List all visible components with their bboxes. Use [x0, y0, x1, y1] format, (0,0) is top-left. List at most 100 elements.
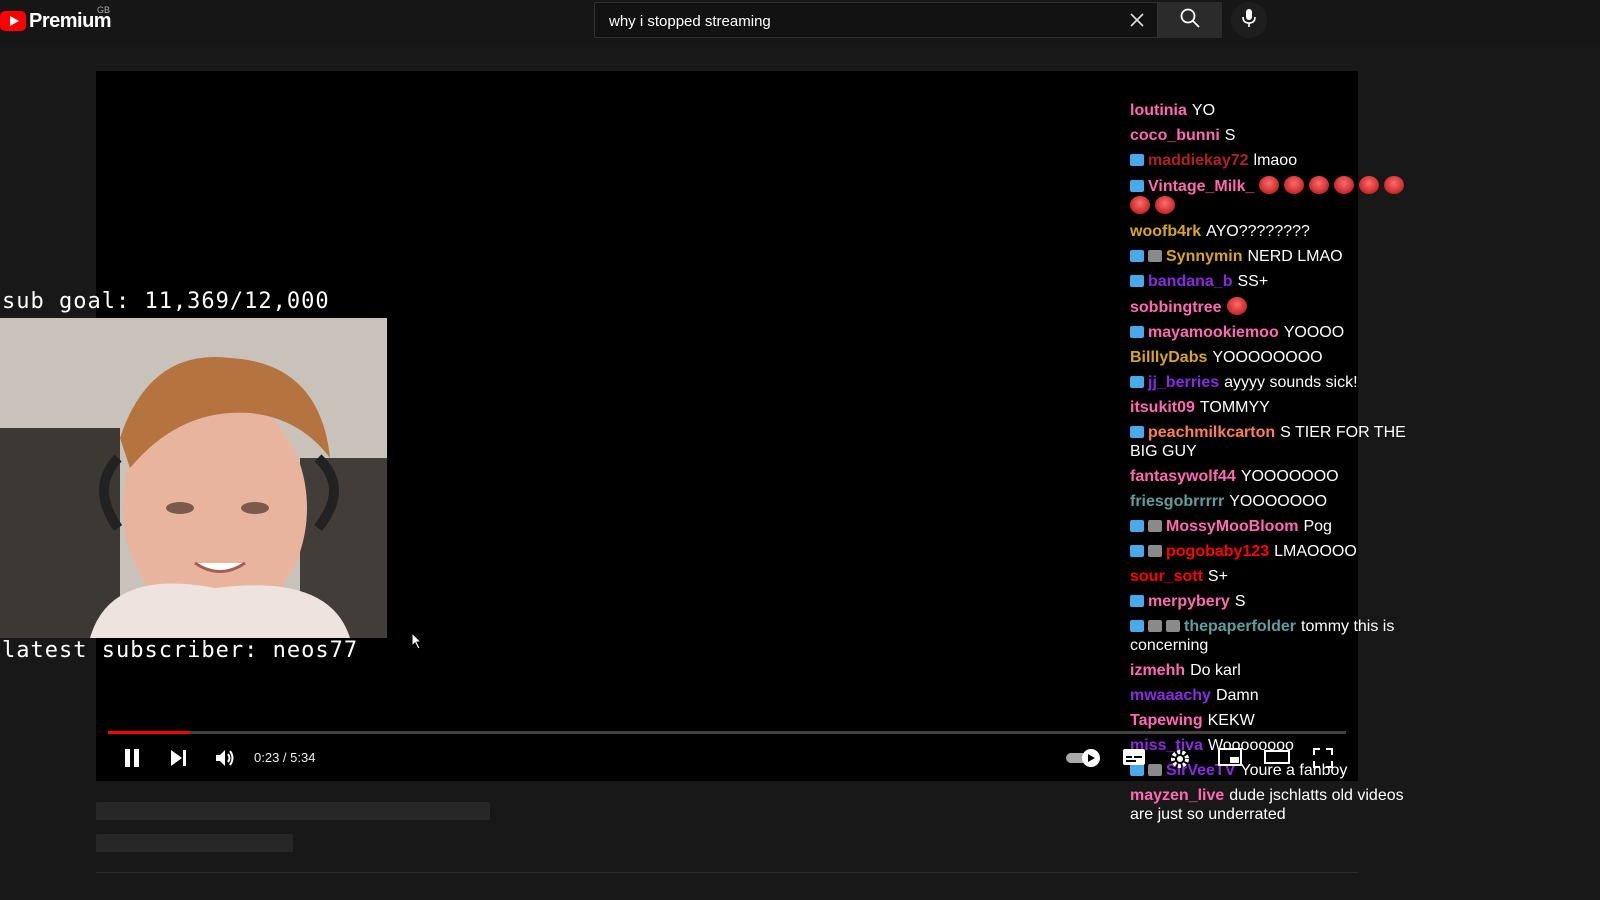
subtitles-icon [1122, 749, 1146, 771]
chat-message: mayamookiemoo YOOOO [1130, 323, 1430, 342]
chat-message: BilllyDabs YOOOOOOOO [1130, 348, 1430, 367]
chat-message: jj_berries ayyyy sounds sick! [1130, 373, 1430, 392]
chat-badge-icon [1130, 180, 1144, 192]
mic-icon [1240, 7, 1258, 34]
chat-message: Tapewing KEKW [1130, 711, 1430, 730]
progress-played [108, 731, 190, 734]
chat-badge-icon [1130, 545, 1144, 557]
chat-username: sour_sott [1130, 568, 1203, 585]
chat-badge-icon [1130, 520, 1144, 532]
chat-username: mwaaachy [1130, 687, 1211, 704]
voice-search-button[interactable] [1231, 2, 1267, 38]
chat-overlay: loutinia YO coco_bunni S maddiekay72 lmaoo Vin… [1130, 101, 1430, 830]
search-button[interactable] [1158, 2, 1222, 38]
chat-badge-icon [1148, 250, 1162, 262]
chat-text: ayyyy sounds sick! [1224, 374, 1358, 391]
fullscreen-icon [1312, 748, 1334, 773]
chat-username: Vintage_Milk_ [1148, 178, 1255, 195]
chat-message: friesgobrrrrr YOOOOOOO [1130, 492, 1430, 511]
next-icon [168, 750, 188, 773]
chat-badge-icon [1166, 620, 1180, 632]
close-icon[interactable] [1127, 10, 1147, 30]
chat-text: SS+ [1237, 273, 1269, 290]
chat-message: mayzen_live dude jschlatts old videos are… [1130, 786, 1430, 824]
chat-message: sour_sott S+ [1130, 567, 1430, 586]
chat-message: maddiekay72 lmaoo [1130, 151, 1430, 170]
search-box[interactable] [594, 2, 1158, 39]
chat-emote-icon [1359, 176, 1380, 194]
chat-text: KEKW [1207, 712, 1255, 729]
next-button[interactable] [168, 747, 188, 774]
chat-badge-icon [1148, 620, 1162, 632]
chat-message: itsukit09 TOMMYY [1130, 398, 1430, 417]
chat-message: pogobaby123 LMAOOOO [1130, 542, 1430, 561]
pause-icon [122, 749, 142, 773]
chat-text: LMAOOOO [1274, 543, 1357, 560]
chat-message: coco_bunni S [1130, 126, 1430, 145]
chat-emote-icon [1226, 297, 1247, 315]
chat-text: NERD LMAO [1247, 248, 1343, 265]
theater-icon [1264, 750, 1290, 771]
chat-emote-icon [1284, 176, 1305, 194]
masthead: Premium GB [0, 0, 1600, 46]
chat-emote-icon [1384, 176, 1405, 194]
chat-badge-icon [1130, 426, 1144, 438]
autoplay-toggle[interactable] [1066, 748, 1102, 773]
chat-text: lmaoo [1253, 152, 1298, 169]
chat-text: YO [1191, 102, 1216, 119]
pause-button[interactable] [122, 747, 142, 774]
chat-text: YOOOOOOO [1240, 468, 1339, 485]
miniplayer-button[interactable] [1218, 747, 1242, 772]
volume-icon [214, 750, 236, 773]
chat-username: mayamookiemoo [1148, 324, 1279, 341]
chat-emote-icon [1309, 176, 1330, 194]
search-input[interactable] [607, 3, 1111, 39]
chat-message: woofb4rk AYO???????? [1130, 222, 1430, 241]
chat-username: MossyMooBloom [1166, 518, 1299, 535]
chat-text: AYO???????? [1206, 223, 1310, 240]
chat-badge-icon [1130, 250, 1144, 262]
chat-username: friesgobrrrrr [1130, 493, 1225, 510]
chat-username: itsukit09 [1130, 399, 1195, 416]
progress-bar[interactable] [108, 731, 1346, 734]
chat-message: fantasywolf44 YOOOOOOO [1130, 467, 1430, 486]
chat-message: mwaaachy Damn [1130, 686, 1430, 705]
chat-text: YOOOOOOOO [1212, 349, 1323, 366]
chat-badge-icon [1130, 620, 1144, 632]
region-code: GB [97, 5, 111, 15]
chat-username: BilllyDabs [1130, 349, 1208, 366]
chat-message: loutinia YO [1130, 101, 1430, 120]
mouse-cursor-icon [411, 631, 423, 655]
chat-message: MossyMooBloom Pog [1130, 517, 1430, 536]
chat-text: Damn [1215, 687, 1259, 704]
time-display: 0:23 / 5:34 [254, 750, 316, 765]
chat-message: Synnymin NERD LMAO [1130, 247, 1430, 266]
sub-goal-overlay: sub goal: 11,369/12,000 [2, 289, 330, 314]
chat-username: bandana_b [1148, 273, 1233, 290]
chat-username: thepaperfolder [1184, 618, 1297, 635]
gear-icon [1168, 750, 1192, 775]
chat-message: Vintage_Milk_ [1130, 176, 1430, 216]
chat-badge-icon [1130, 326, 1144, 338]
chat-username: merpybery [1148, 593, 1230, 610]
subtitles-button[interactable] [1122, 747, 1146, 772]
youtube-premium-logo[interactable]: Premium GB [0, 5, 112, 34]
chat-emote-icon [1155, 196, 1175, 214]
chat-message: izmehh Do karl [1130, 661, 1430, 680]
chat-message: sobbingtree [1130, 297, 1430, 317]
chat-emote-icon [1334, 176, 1355, 194]
theater-mode-button[interactable] [1264, 747, 1290, 772]
chat-username: Synnymin [1166, 248, 1243, 265]
chat-badge-icon [1130, 376, 1144, 388]
chat-text: S+ [1207, 568, 1228, 585]
chat-emote-icon [1130, 196, 1150, 214]
chat-emote-icon [1259, 176, 1280, 194]
chat-username: sobbingtree [1130, 299, 1222, 316]
fullscreen-button[interactable] [1312, 747, 1334, 774]
volume-button[interactable] [214, 747, 236, 774]
chat-text: Pog [1303, 518, 1332, 535]
settings-button[interactable] [1168, 747, 1192, 776]
chat-message: peachmilkcarton S TIER FOR THE BIG GUY [1130, 423, 1430, 461]
miniplayer-icon [1218, 748, 1242, 771]
chat-message: thepaperfolder tommy this is concerning [1130, 617, 1430, 655]
